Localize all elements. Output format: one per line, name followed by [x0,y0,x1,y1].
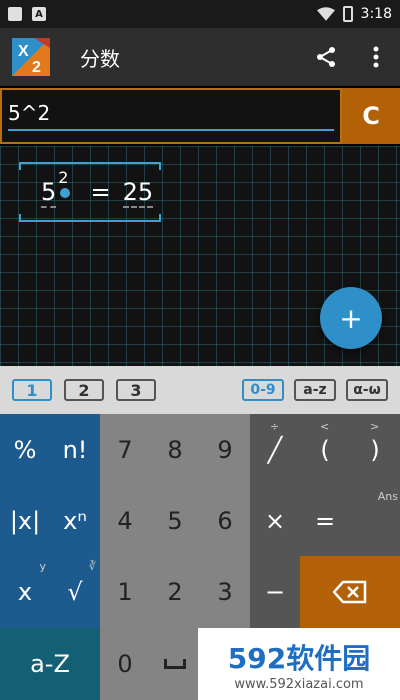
minus-key[interactable]: − [250,556,300,628]
expression-equals: = [90,178,111,206]
svg-text:X: X [18,43,29,60]
fraction-key[interactable]: ÷ ╱ [250,414,300,486]
fraction-slash: ╱ [267,436,283,464]
watermark-url: www.592xiazai.com [234,676,364,692]
input-row: 5^2 C [0,88,400,144]
wifi-icon [316,7,335,21]
left-paren-label: ( [320,436,330,464]
digit-1-key[interactable]: 1 [100,556,150,628]
status-left: A [8,7,46,21]
space-icon [164,659,186,669]
rendered-expression: 5 2 = 25 [41,168,154,208]
tab-2[interactable]: 2 [64,379,104,401]
app-logo: X 2 [12,38,50,76]
variable-x-key[interactable]: y x [0,556,50,628]
svg-text:2: 2 [32,59,41,76]
divide-sublabel: ÷ [270,420,280,433]
expression-result: 25 [122,178,154,208]
tab-latin[interactable]: a-z [294,379,336,401]
expression-input[interactable]: 5^2 [8,101,334,131]
status-bar: A 3:18 [0,0,400,28]
digit-8-key[interactable]: 8 [150,414,200,486]
less-than-sublabel: < [320,420,330,433]
equals-key[interactable]: = [300,486,350,556]
tab-3[interactable]: 3 [116,379,156,401]
digit-6-key[interactable]: 6 [200,486,250,556]
cbrt-sublabel: ∛ [88,560,96,573]
backspace-icon [333,580,367,604]
alpha-keyboard-key[interactable]: a-Z [0,628,100,700]
cursor-dot [60,188,71,198]
keyboard-tab-row: 1 2 3 0-9 a-z α-ω [0,366,400,414]
right-paren-label: ) [370,436,380,464]
status-time: 3:18 [360,6,392,22]
expression-frame-bottom [19,220,161,222]
ans-key[interactable]: Ans [350,486,400,556]
digit-0-key[interactable]: 0 [100,628,150,700]
exponent-text: 2 [58,168,69,187]
watermark: 592软件园 www.592xiazai.com [198,628,400,700]
tab-greek[interactable]: α-ω [346,379,388,401]
backspace-key[interactable] [300,556,400,628]
expression-box[interactable]: 5 2 = 25 [19,162,161,222]
status-right: 3:18 [316,6,392,22]
share-icon[interactable] [314,45,338,69]
tab-1[interactable]: 1 [12,379,52,401]
times-key[interactable]: × [250,486,300,556]
digit-9-key[interactable]: 9 [200,414,250,486]
right-paren-key[interactable]: > ) [350,414,400,486]
app-actions [314,45,388,69]
expression-input-area[interactable]: 5^2 [0,88,342,144]
variable-y-sublabel: y [39,560,46,573]
power-key[interactable]: xⁿ [50,486,100,556]
tab-digits[interactable]: 0-9 [242,379,284,401]
percent-key[interactable]: % [0,414,50,486]
space-key[interactable] [150,628,200,700]
app-bar: X 2 分数 [0,28,400,86]
expression-base: 5 [41,178,57,208]
frame-corner [19,214,27,222]
expression-frame-top [19,162,161,164]
battery-icon [342,6,353,22]
plus-icon: + [339,301,363,335]
greater-than-sublabel: > [370,420,380,433]
digit-5-key[interactable]: 5 [150,486,200,556]
a-icon: A [32,7,46,21]
tab-right-group: 0-9 a-z α-ω [242,379,388,401]
watermark-title: 592软件园 [227,641,371,675]
app-logo-icon: X 2 [12,38,50,76]
frame-corner [19,162,27,170]
expression-exponent: 2 [58,168,71,198]
digit-3-key[interactable]: 3 [200,556,250,628]
sqrt-label: √ [67,578,83,606]
factorial-key[interactable]: n! [50,414,100,486]
sqrt-key[interactable]: ∛ √ [50,556,100,628]
frame-corner [153,162,161,170]
digit-4-key[interactable]: 4 [100,486,150,556]
variable-x-label: x [17,578,33,606]
abs-key[interactable]: |x| [0,486,50,556]
add-fab-button[interactable]: + [320,287,382,349]
frame-corner [153,214,161,222]
notification-square-icon [8,7,22,21]
clear-button[interactable]: C [342,88,400,144]
more-vert-icon[interactable] [364,45,388,69]
left-paren-key[interactable]: < ( [300,414,350,486]
ans-sublabel: Ans [377,490,398,503]
digit-7-key[interactable]: 7 [100,414,150,486]
digit-2-key[interactable]: 2 [150,556,200,628]
app-title: 分数 [80,46,120,71]
